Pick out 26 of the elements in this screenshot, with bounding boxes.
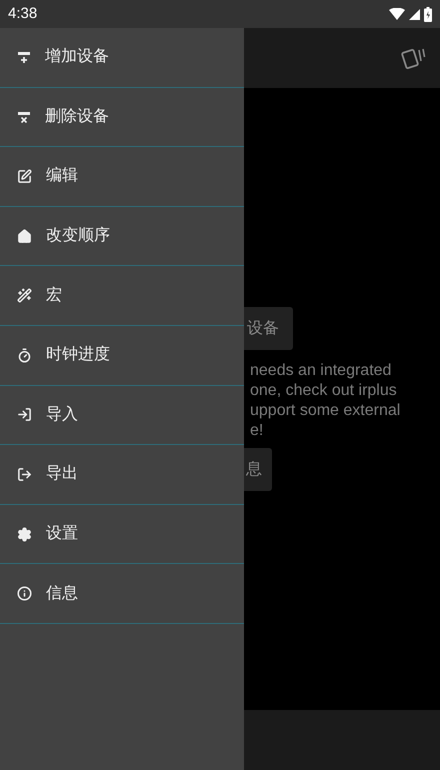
info-icon <box>17 586 32 602</box>
settings-icon <box>17 526 32 542</box>
add-device-button[interactable]: 设备 <box>244 307 293 350</box>
battery-icon <box>424 6 432 22</box>
drawer-item[interactable]: 时钟进度 <box>0 326 244 386</box>
timer-icon <box>17 348 32 363</box>
drawer-item[interactable]: 删除设备 <box>0 88 244 148</box>
drawer-item[interactable]: 改变顺序 <box>0 206 244 266</box>
home-icon <box>17 228 32 244</box>
drawer-item[interactable]: 设置 <box>0 504 244 564</box>
remove-bar-icon <box>17 110 31 124</box>
wand-icon <box>17 288 32 304</box>
add-bar-icon <box>17 50 31 64</box>
cards-icon[interactable] <box>400 46 426 70</box>
info-button[interactable]: 息 <box>244 448 272 491</box>
drawer-item[interactable]: 导入 <box>0 386 244 446</box>
signal-icon <box>409 8 420 20</box>
status-time: 4:38 <box>8 4 38 24</box>
import-icon <box>17 407 32 422</box>
export-icon <box>17 466 32 482</box>
drawer-item[interactable]: 信息 <box>0 564 244 624</box>
wifi-icon <box>389 8 405 20</box>
drawer-item[interactable]: 编辑 <box>0 147 244 207</box>
edit-icon <box>17 168 32 184</box>
message-text: needs an integrated one, check out irplus upport some external e! <box>249 361 402 441</box>
drawer-item[interactable]: 宏 <box>0 266 244 326</box>
